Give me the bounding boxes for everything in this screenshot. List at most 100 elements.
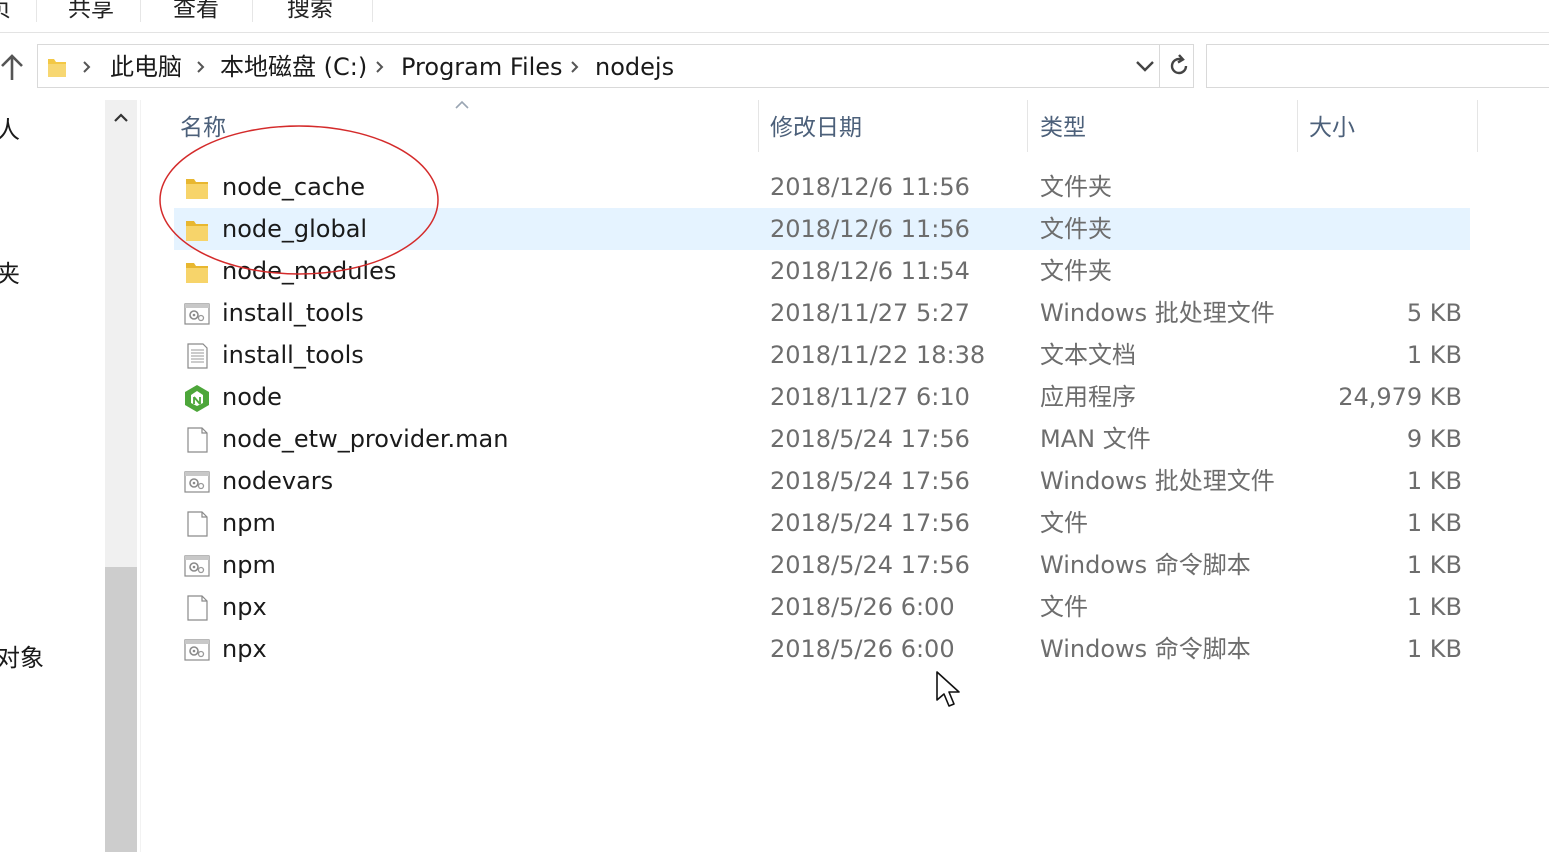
column-header-type[interactable]: 类型 xyxy=(1040,112,1086,144)
file-name: npm xyxy=(222,509,276,537)
file-modified-date: 2018/11/27 5:27 xyxy=(770,299,970,327)
column-separator[interactable] xyxy=(1297,100,1298,152)
file-type: 文件夹 xyxy=(1040,257,1112,285)
file-modified-date: 2018/11/27 6:10 xyxy=(770,383,970,411)
annotation-ellipse xyxy=(159,125,439,275)
tab-share[interactable]: 共享 xyxy=(68,0,114,24)
text-file-icon xyxy=(187,343,208,369)
file-name: npm xyxy=(222,551,276,579)
search-input[interactable] xyxy=(1206,44,1549,88)
file-name: install_tools xyxy=(222,341,364,369)
file-size: 1 KB xyxy=(1406,635,1462,663)
file-row[interactable]: node_etw_provider.man 2018/5/24 17:56 MAN … xyxy=(174,418,1470,460)
file-row[interactable]: install_tools 2018/11/27 5:27 Windows 批处理文… xyxy=(174,292,1470,334)
breadcrumb-nodejs[interactable]: nodejs xyxy=(595,51,674,83)
file-name: nodevars xyxy=(222,467,334,495)
file-size: 1 KB xyxy=(1406,593,1462,621)
file-modified-date: 2018/5/24 17:56 xyxy=(770,425,970,453)
breadcrumb-chevron-icon[interactable] xyxy=(375,59,385,75)
file-type: 文件 xyxy=(1040,593,1088,621)
batch-file-icon xyxy=(184,303,210,325)
nav-item[interactable]: 夹 xyxy=(0,254,20,289)
file-row[interactable]: nodevars 2018/5/24 17:56 Windows 批处理文件 1 KB xyxy=(174,460,1470,502)
address-bar[interactable]: 此电脑 本地磁盘 (C:) Program Files nodejs xyxy=(37,44,1194,88)
nodejs-app-icon xyxy=(185,385,209,412)
tab-view[interactable]: 查看 xyxy=(173,0,219,24)
nav-item[interactable]: 对象 xyxy=(0,638,44,673)
file-type: 文件 xyxy=(1040,509,1088,537)
column-header-date[interactable]: 修改日期 xyxy=(770,112,862,144)
file-row[interactable]: npm 2018/5/24 17:56 文件 1 KB xyxy=(174,502,1470,544)
breadcrumb-local-disk[interactable]: 本地磁盘 (C:) xyxy=(220,51,367,83)
ribbon-separator xyxy=(140,0,141,22)
file-type: 应用程序 xyxy=(1040,383,1136,411)
blank-file-icon xyxy=(187,427,208,453)
file-size: 5 KB xyxy=(1406,299,1462,327)
file-type: MAN 文件 xyxy=(1040,425,1151,453)
file-modified-date: 2018/5/24 17:56 xyxy=(770,509,970,537)
file-modified-date: 2018/5/26 6:00 xyxy=(770,635,955,663)
address-divider xyxy=(1159,45,1160,87)
breadcrumb-chevron-icon[interactable] xyxy=(570,59,580,75)
nav-scrollbar-thumb[interactable] xyxy=(105,567,137,852)
tab-search[interactable]: 搜索 xyxy=(287,0,333,24)
file-row[interactable]: npm 2018/5/24 17:56 Windows 命令脚本 1 KB xyxy=(174,544,1470,586)
nav-item[interactable]: 人 xyxy=(0,110,20,145)
file-type: Windows 批处理文件 xyxy=(1040,467,1275,495)
folder-icon xyxy=(48,59,66,77)
file-row[interactable]: install_tools 2018/11/22 18:38 文本文档 1 KB xyxy=(174,334,1470,376)
file-modified-date: 2018/11/22 18:38 xyxy=(770,341,986,369)
refresh-icon[interactable] xyxy=(1167,54,1191,78)
file-type: Windows 命令脚本 xyxy=(1040,635,1251,663)
batch-file-icon xyxy=(184,639,210,661)
file-row[interactable]: npx 2018/5/26 6:00 Windows 命令脚本 1 KB xyxy=(174,628,1470,670)
breadcrumb-this-pc[interactable]: 此电脑 xyxy=(110,51,182,83)
column-separator[interactable] xyxy=(1027,100,1028,152)
file-explorer-window: 页 共享 查看 搜索 此电脑 本地磁盘 (C:) Program Files n… xyxy=(0,0,1549,852)
ribbon-tabs: 页 共享 查看 搜索 xyxy=(0,0,1549,33)
file-type: Windows 命令脚本 xyxy=(1040,551,1251,579)
scroll-up-arrow-icon[interactable] xyxy=(113,112,129,124)
file-name: node_etw_provider.man xyxy=(222,425,509,453)
sort-ascending-icon xyxy=(455,100,469,109)
breadcrumb-program-files[interactable]: Program Files xyxy=(401,51,563,83)
column-separator[interactable] xyxy=(1477,100,1478,152)
breadcrumb-chevron-icon[interactable] xyxy=(196,59,206,75)
file-size: 1 KB xyxy=(1406,551,1462,579)
file-row[interactable]: node 2018/11/27 6:10 应用程序 24,979 KB xyxy=(174,376,1470,418)
file-modified-date: 2018/12/6 11:56 xyxy=(770,215,970,243)
file-type: 文件夹 xyxy=(1040,173,1112,201)
tab-partial[interactable]: 页 xyxy=(0,0,11,24)
file-type: Windows 批处理文件 xyxy=(1040,299,1275,327)
ribbon-separator xyxy=(252,0,253,22)
column-header-size[interactable]: 大小 xyxy=(1309,112,1355,144)
file-name: node xyxy=(222,383,282,411)
file-type: 文件夹 xyxy=(1040,215,1112,243)
file-name: npx xyxy=(222,593,267,621)
file-size: 1 KB xyxy=(1406,467,1462,495)
pane-divider xyxy=(140,100,141,852)
file-modified-date: 2018/5/24 17:56 xyxy=(770,467,970,495)
ribbon-separator xyxy=(372,0,373,22)
chevron-down-icon[interactable] xyxy=(1135,59,1155,73)
file-name: npx xyxy=(222,635,267,663)
column-separator[interactable] xyxy=(758,100,759,152)
file-size: 24,979 KB xyxy=(1338,383,1462,411)
file-row[interactable]: npx 2018/5/26 6:00 文件 1 KB xyxy=(174,586,1470,628)
ribbon-separator xyxy=(36,0,37,22)
mouse-cursor-icon xyxy=(936,671,960,707)
file-size: 1 KB xyxy=(1406,509,1462,537)
file-size: 1 KB xyxy=(1406,341,1462,369)
breadcrumb-chevron-icon[interactable] xyxy=(82,59,92,75)
batch-file-icon xyxy=(184,555,210,577)
file-size: 9 KB xyxy=(1406,425,1462,453)
file-modified-date: 2018/12/6 11:56 xyxy=(770,173,970,201)
up-arrow-icon[interactable] xyxy=(0,52,26,82)
batch-file-icon xyxy=(184,471,210,493)
blank-file-icon xyxy=(187,595,208,621)
file-type: 文本文档 xyxy=(1040,341,1136,369)
blank-file-icon xyxy=(187,511,208,537)
file-modified-date: 2018/5/24 17:56 xyxy=(770,551,970,579)
file-modified-date: 2018/12/6 11:54 xyxy=(770,257,970,285)
file-name: install_tools xyxy=(222,299,364,327)
